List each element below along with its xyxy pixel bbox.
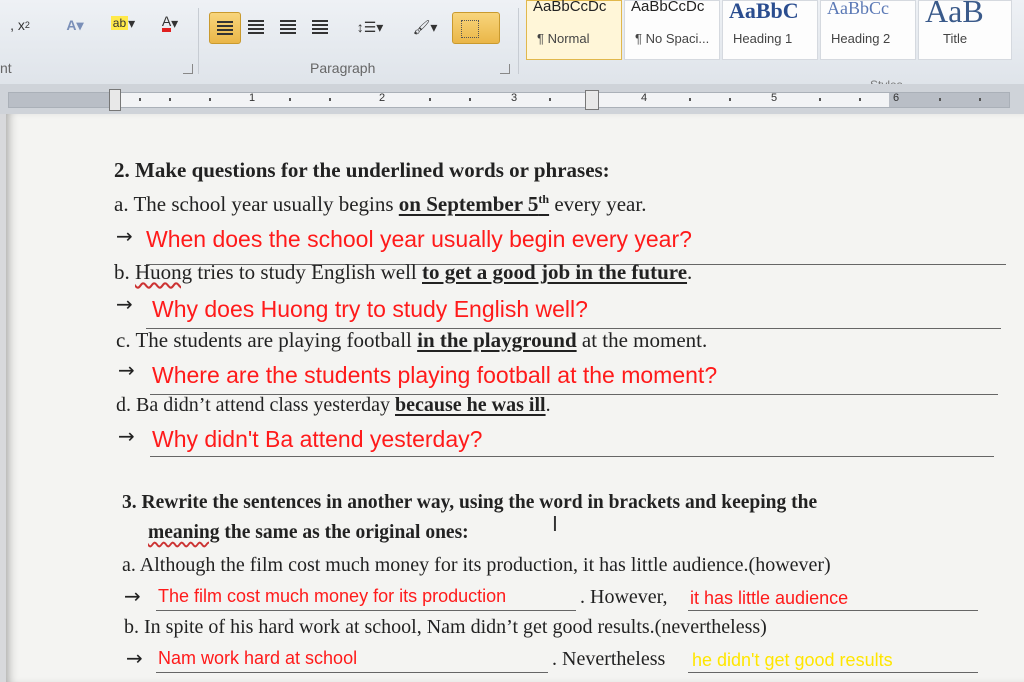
- ex3-item-a: a. Although the film cost much money for…: [122, 554, 831, 576]
- style-normal[interactable]: AaBbCcDc ¶ Normal: [526, 0, 622, 60]
- ruler-tick: [859, 98, 861, 101]
- align-left-icon: [217, 21, 233, 35]
- style-heading-1[interactable]: AaBbC Heading 1: [722, 0, 818, 60]
- ruler-tick: [689, 98, 691, 101]
- answer-c[interactable]: Where are the students playing football …: [152, 362, 717, 389]
- answer-3b-part2[interactable]: he didn't get good results: [692, 650, 893, 671]
- answer-line: [156, 672, 548, 673]
- arrow-icon: →: [118, 358, 135, 382]
- ruler-right-margin: [889, 93, 1009, 107]
- separator: [518, 8, 519, 74]
- ruler-number: 3: [511, 92, 518, 104]
- superscript-icon[interactable]: , x2: [0, 14, 40, 36]
- ex2-item-b: b. Huong tries to study English well to …: [114, 260, 693, 284]
- underlined-phrase: to get a good job in the future: [422, 260, 688, 284]
- ex2-item-d: d. Ba didn’t attend class yesterday beca…: [116, 394, 551, 416]
- ruler-tick: [819, 98, 821, 101]
- style-title[interactable]: AaB Title: [918, 0, 1012, 60]
- ruler-tick: [429, 98, 431, 101]
- however-connector: . However,: [580, 586, 668, 608]
- document-page[interactable]: 2. Make questions for the underlined wor…: [6, 114, 1024, 682]
- font-group-label: nt: [0, 60, 12, 76]
- underlined-phrase: on September 5th: [398, 192, 550, 216]
- answer-b[interactable]: Why does Huong try to study English well…: [152, 296, 588, 323]
- ruler-tick: [169, 98, 171, 101]
- tab-stop-icon[interactable]: [585, 90, 599, 110]
- arrow-icon: →: [116, 224, 133, 248]
- borders-icon: [461, 20, 479, 38]
- font-color-icon[interactable]: A ▾: [150, 12, 190, 34]
- ex3-item-b: b. In spite of his hard work at school, …: [124, 616, 767, 638]
- answer-3a-part1[interactable]: The film cost much money for its product…: [158, 586, 506, 607]
- ruler-tick: [549, 98, 551, 101]
- text-effects-icon[interactable]: A▾: [58, 14, 92, 36]
- ruler-tick: [939, 98, 941, 101]
- answer-line: [156, 610, 576, 611]
- shading-icon[interactable]: 🖌▾: [405, 16, 445, 38]
- align-left-button[interactable]: [209, 12, 241, 44]
- ruler-track[interactable]: 1 2 3 4 5 6: [8, 89, 1010, 111]
- answer-3a-part2[interactable]: it has little audience: [690, 588, 848, 609]
- ruler-tick: [469, 98, 471, 101]
- ruler-number: 6: [893, 92, 900, 104]
- align-right-button[interactable]: [273, 12, 303, 42]
- font-dialog-launcher-icon[interactable]: [183, 64, 193, 74]
- ruler-left-margin: [9, 93, 109, 107]
- arrow-icon: →: [126, 646, 143, 670]
- separator: [198, 8, 199, 74]
- horizontal-ruler[interactable]: 1 2 3 4 5 6: [0, 84, 1024, 114]
- justify-icon: [312, 20, 328, 34]
- exercise-3-title-line2: meaning the same as the original ones:: [148, 522, 469, 543]
- arrow-icon: →: [118, 424, 135, 448]
- justify-button[interactable]: [305, 12, 335, 42]
- arrow-icon: →: [116, 292, 133, 316]
- ribbon: , x2 A▾ ab ▾ A ▾ ↕☰▾ 🖌▾ nt Paragraph AaBbC…: [0, 0, 1024, 92]
- answer-line: [688, 672, 978, 673]
- ruler-tick: [139, 98, 141, 101]
- underlined-phrase: because he was ill: [395, 394, 546, 416]
- answer-line: [688, 610, 978, 611]
- ex2-item-c: c. The students are playing football in …: [116, 328, 708, 352]
- ruler-tick: [329, 98, 331, 101]
- nevertheless-connector: . Nevertheless: [552, 648, 666, 670]
- underlined-phrase: in the playground: [417, 328, 577, 352]
- answer-d[interactable]: Why didn't Ba attend yesterday?: [152, 426, 482, 453]
- answer-a[interactable]: When does the school year usually begin …: [146, 226, 692, 253]
- ruler-tick: [979, 98, 981, 101]
- align-center-button[interactable]: [241, 12, 271, 42]
- ruler-number: 1: [249, 92, 256, 104]
- line-spacing-icon[interactable]: ↕☰▾: [350, 16, 390, 38]
- styles-gallery: AaBbCcDc ¶ Normal AaBbCcDc ¶ No Spaci...…: [526, 0, 1016, 60]
- ruler-tick: [289, 98, 291, 101]
- align-center-icon: [248, 20, 264, 34]
- ex2-item-a: a. The school year usually begins on Sep…: [114, 192, 647, 216]
- answer-line: [150, 456, 994, 457]
- style-heading-2[interactable]: AaBbCc Heading 2: [820, 0, 916, 60]
- ruler-number: 4: [641, 92, 648, 104]
- paragraph-group-label: Paragraph: [310, 60, 376, 76]
- borders-button[interactable]: [452, 12, 500, 44]
- ruler-tick: [729, 98, 731, 101]
- ruler-tick: [209, 98, 211, 101]
- arrow-icon: →: [124, 584, 141, 608]
- ruler-number: 5: [771, 92, 778, 104]
- style-no-spacing[interactable]: AaBbCcDc ¶ No Spaci...: [624, 0, 720, 60]
- paragraph-dialog-launcher-icon[interactable]: [500, 64, 510, 74]
- align-right-icon: [280, 20, 296, 34]
- answer-3b-part1[interactable]: Nam work hard at school: [158, 648, 357, 669]
- indent-marker-icon[interactable]: [109, 89, 121, 111]
- exercise-2-title: 2. Make questions for the underlined wor…: [114, 158, 610, 182]
- highlight-icon[interactable]: ab ▾: [102, 12, 144, 34]
- text-cursor-icon: I: [552, 512, 558, 536]
- exercise-3-title: 3. Rewrite the sentences in another way,…: [122, 492, 818, 513]
- ruler-number: 2: [379, 92, 386, 104]
